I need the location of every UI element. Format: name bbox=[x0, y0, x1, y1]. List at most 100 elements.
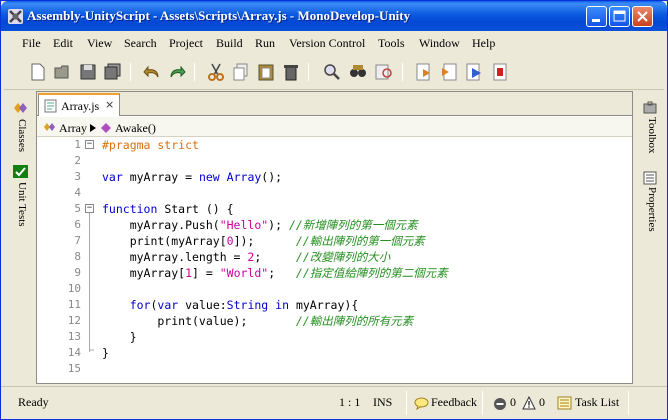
code-line: 12 print(value); //輸出陣列的所有元素 bbox=[37, 313, 632, 329]
error-icon[interactable] bbox=[493, 397, 507, 411]
close-icon bbox=[637, 11, 648, 22]
menu-file[interactable]: File bbox=[22, 36, 41, 51]
breadcrumb-member[interactable]: Awake() bbox=[115, 121, 156, 136]
tab-label: Array.js bbox=[61, 99, 100, 113]
menu-tools[interactable]: Tools bbox=[378, 36, 405, 51]
code-text: print(value); //輸出陣列的所有元素 bbox=[102, 314, 414, 328]
code-text: #pragma strict bbox=[102, 138, 199, 152]
menu-window[interactable]: Window bbox=[419, 36, 460, 51]
warning-icon[interactable] bbox=[522, 396, 536, 410]
code-line: 11 for(var value:String in myArray){ bbox=[37, 297, 632, 313]
cut-icon[interactable] bbox=[206, 62, 226, 82]
maximize-button[interactable] bbox=[609, 6, 630, 27]
unit-tests-panel-icon[interactable] bbox=[13, 165, 28, 178]
code-line: 14 } bbox=[37, 345, 632, 361]
unit-tests-panel-tab[interactable]: Unit Tests bbox=[12, 182, 28, 227]
classes-panel-icon[interactable] bbox=[13, 101, 28, 115]
line-number: 3 bbox=[74, 170, 81, 183]
copy-icon[interactable] bbox=[231, 62, 251, 82]
insert-mode: INS bbox=[373, 395, 393, 409]
toolbox-panel-icon[interactable] bbox=[643, 101, 657, 115]
menu-version-control[interactable]: Version Control bbox=[289, 36, 365, 51]
line-number: 6 bbox=[74, 218, 81, 231]
code-line: 7 print(myArray[0]); //輸出陣列的第一個元素 bbox=[37, 233, 632, 249]
toolbar-separator bbox=[130, 63, 131, 81]
line-number: 12 bbox=[67, 314, 81, 327]
status-divider bbox=[628, 391, 629, 415]
menu-help[interactable]: Help bbox=[472, 36, 495, 51]
build-solution-icon[interactable] bbox=[439, 62, 459, 82]
new-file-icon[interactable] bbox=[28, 62, 48, 82]
breadcrumb-class[interactable]: Array bbox=[59, 121, 87, 136]
title-bar[interactable]: Assembly-UnityScript - Assets\Scripts\Ar… bbox=[1, 1, 667, 31]
code-line: 4 bbox=[37, 185, 632, 201]
toolbar-separator bbox=[308, 63, 309, 81]
code-text: print(myArray[0]); //輸出陣列的第一個元素 bbox=[102, 234, 425, 248]
menu-view[interactable]: View bbox=[87, 36, 112, 51]
menu-project[interactable]: Project bbox=[169, 36, 203, 51]
line-number: 5 bbox=[74, 202, 81, 215]
right-dock: Toolbox Properties bbox=[634, 93, 666, 383]
find-in-files-icon[interactable] bbox=[348, 62, 368, 82]
delete-icon[interactable] bbox=[281, 62, 301, 82]
line-number: 1 bbox=[74, 138, 81, 151]
properties-panel-icon[interactable] bbox=[643, 171, 657, 185]
tab-array-js[interactable]: Array.js × bbox=[38, 93, 120, 116]
undo-icon[interactable] bbox=[142, 62, 162, 82]
task-list-icon[interactable] bbox=[557, 396, 572, 410]
window-title: Assembly-UnityScript - Assets\Scripts\Ar… bbox=[27, 8, 411, 23]
tab-close-icon[interactable]: × bbox=[105, 98, 114, 111]
code-text: myArray.Push("Hello"); //新增陣列的第一個元素 bbox=[102, 218, 418, 232]
fold-collapse-icon[interactable]: − bbox=[85, 140, 94, 149]
code-text: } bbox=[102, 330, 137, 344]
code-text: myArray.length = 2; //改變陣列的大小 bbox=[102, 250, 391, 264]
code-text: function Start () { bbox=[102, 202, 234, 216]
code-line: 5 − function Start () { bbox=[37, 201, 632, 217]
line-number: 9 bbox=[74, 266, 81, 279]
status-divider bbox=[482, 391, 483, 415]
document-tabs: Array.js × bbox=[37, 92, 632, 116]
line-number: 8 bbox=[74, 250, 81, 263]
feedback-icon[interactable] bbox=[414, 397, 429, 410]
menu-edit[interactable]: Edit bbox=[53, 36, 73, 51]
close-button[interactable] bbox=[632, 6, 653, 27]
toolbox-panel-tab[interactable]: Toolbox bbox=[642, 117, 658, 154]
menu-search[interactable]: Search bbox=[124, 36, 157, 51]
paste-icon[interactable] bbox=[256, 62, 276, 82]
open-folder-icon[interactable] bbox=[53, 62, 73, 82]
save-all-icon[interactable] bbox=[103, 62, 123, 82]
run-icon[interactable] bbox=[464, 62, 484, 82]
replace-icon[interactable] bbox=[374, 62, 394, 82]
code-area[interactable]: 1 − #pragma strict 2 3 var myArray = new… bbox=[37, 137, 632, 383]
main-toolbar bbox=[4, 54, 664, 90]
code-line: 6 myArray.Push("Hello"); //新增陣列的第一個元素 bbox=[37, 217, 632, 233]
menu-build[interactable]: Build bbox=[216, 36, 243, 51]
code-line: 13 } bbox=[37, 329, 632, 345]
line-number: 15 bbox=[67, 362, 81, 375]
code-line: 10 bbox=[37, 281, 632, 297]
task-list-button[interactable]: Task List bbox=[575, 395, 619, 410]
monodevelop-app-icon bbox=[8, 9, 23, 24]
find-icon[interactable] bbox=[322, 62, 342, 82]
stop-icon[interactable] bbox=[490, 62, 510, 82]
build-icon[interactable] bbox=[414, 62, 434, 82]
menu-run[interactable]: Run bbox=[255, 36, 275, 51]
js-file-icon bbox=[44, 99, 57, 113]
line-number: 4 bbox=[74, 186, 81, 199]
minimize-button[interactable] bbox=[586, 6, 607, 27]
code-text: myArray[1] = "World"; //指定值給陣列的第二個元素 bbox=[102, 266, 448, 280]
status-ready: Ready bbox=[18, 395, 49, 409]
classes-panel-tab[interactable]: Classes bbox=[12, 119, 28, 152]
maximize-icon bbox=[613, 10, 626, 22]
code-text: for(var value:String in myArray){ bbox=[129, 298, 359, 312]
code-line: 8 myArray.length = 2; //改變陣列的大小 bbox=[37, 249, 632, 265]
status-bar: Ready 1 : 1 INS Feedback 0 0 Task List bbox=[1, 386, 667, 419]
code-text: } bbox=[102, 346, 109, 360]
fold-end-marker bbox=[89, 345, 94, 351]
code-line: 2 bbox=[37, 153, 632, 169]
fold-collapse-icon[interactable]: − bbox=[85, 204, 94, 213]
save-icon[interactable] bbox=[78, 62, 98, 82]
redo-icon[interactable] bbox=[167, 62, 187, 82]
feedback-button[interactable]: Feedback bbox=[431, 395, 477, 410]
properties-panel-tab[interactable]: Properties bbox=[642, 187, 658, 232]
